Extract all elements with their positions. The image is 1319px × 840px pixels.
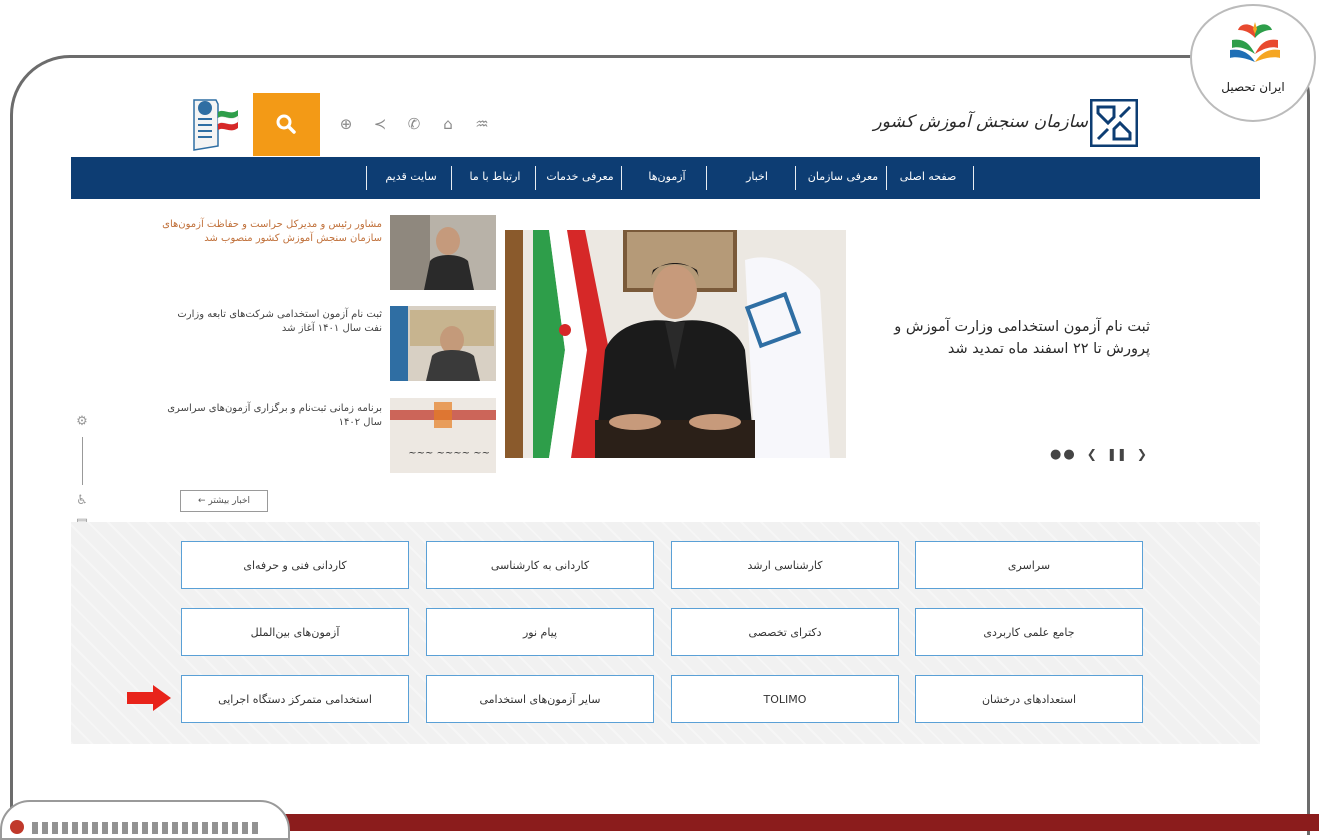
hero-caption[interactable]: ثبت نام آزمون استخدامی وزارت آموزش و پرو… — [850, 316, 1150, 360]
nav-separator — [706, 166, 707, 190]
news-thumb[interactable] — [390, 306, 496, 381]
exam-button[interactable]: استعدادهای درخشان — [915, 675, 1143, 723]
brand-name: ایران تحصیل — [1221, 80, 1285, 94]
exam-button[interactable]: TOLIMO — [671, 675, 899, 723]
news-thumb[interactable] — [390, 215, 496, 290]
search-button[interactable] — [253, 93, 320, 156]
nav-separator — [621, 166, 622, 190]
exam-button[interactable]: جامع علمی کاربردی — [915, 608, 1143, 656]
exam-button-highlighted[interactable]: استخدامی متمرکز دستگاه اجرایی — [181, 675, 409, 723]
nav-separator — [886, 166, 887, 190]
news-title[interactable]: مشاور رئیس و مدیرکل حراست و حفاظت آزمون‌… — [160, 218, 382, 246]
nav-item-contact[interactable]: ارتباط با ما — [458, 157, 532, 199]
exam-button[interactable]: کارشناسی ارشد — [671, 541, 899, 589]
exam-button[interactable]: کاردانی به کارشناسی — [426, 541, 654, 589]
bottom-tab-text — [32, 822, 262, 834]
nav-item-home[interactable]: صفحه اصلی — [887, 157, 969, 199]
prev-slide-icon[interactable]: ❮ — [1087, 447, 1097, 461]
bottom-tab — [0, 800, 290, 840]
pointer-arrow-icon — [127, 685, 171, 711]
share-icon[interactable]: ≺ — [370, 115, 390, 133]
header-toolbar: ⊕ ≺ ✆ ⌂ ♒ — [336, 112, 492, 136]
pause-icon[interactable]: ❚❚ — [1107, 447, 1127, 461]
nav-separator — [973, 166, 974, 190]
news-title[interactable]: برنامه زمانی ثبت‌نام و برگزاری آزمون‌های… — [160, 402, 382, 430]
main-nav: صفحه اصلی معرفی سازمان اخبار آزمون‌ها مع… — [71, 157, 1260, 199]
rss-icon[interactable]: ♒ — [472, 115, 492, 133]
settings-icon[interactable]: ⚙ — [76, 414, 88, 429]
globe-icon[interactable]: ⊕ — [336, 115, 356, 133]
accessibility-icon[interactable]: ♿ — [76, 493, 88, 508]
exam-button[interactable]: دکترای تخصصی — [671, 608, 899, 656]
news-title[interactable]: ثبت نام آزمون استخدامی شرکت‌های تابعه وز… — [160, 308, 382, 336]
next-slide-icon[interactable]: ❯ — [1137, 447, 1147, 461]
exam-button[interactable]: کاردانی فنی و حرفه‌ای — [181, 541, 409, 589]
nav-item-services[interactable]: معرفی خدمات — [542, 157, 618, 199]
hero-image[interactable] — [505, 230, 846, 458]
more-news-button[interactable]: اخبار بیشتر ← — [180, 490, 268, 512]
home-icon[interactable]: ⌂ — [438, 115, 458, 133]
nav-separator — [451, 166, 452, 190]
side-divider — [81, 437, 83, 485]
slider-controls: ●● ❮ ❚❚ ❯ — [1050, 445, 1147, 463]
nav-item-news[interactable]: اخبار — [724, 157, 790, 199]
phone-icon[interactable]: ✆ — [404, 115, 424, 133]
svg-text:~~~ ~~~~ ~~: ~~~ ~~~~ ~~ — [408, 448, 490, 459]
brand-logo-icon — [1230, 22, 1280, 62]
org-title: سازمان سنجش آموزش کشور — [873, 112, 1088, 132]
exam-button[interactable]: پیام نور — [426, 608, 654, 656]
exam-button[interactable]: سراسری — [915, 541, 1143, 589]
status-dot-icon — [10, 820, 24, 834]
nav-item-exams[interactable]: آزمون‌ها — [632, 157, 702, 199]
nav-separator — [535, 166, 536, 190]
emblem-icon — [193, 99, 239, 151]
nav-separator — [366, 166, 367, 190]
news-thumb[interactable]: ~~~ ~~~~ ~~ — [390, 398, 496, 473]
search-icon — [276, 114, 296, 134]
footer-bar — [265, 814, 1319, 831]
exam-button[interactable]: آزمون‌های بین‌الملل — [181, 608, 409, 656]
exam-button[interactable]: سایر آزمون‌های استخدامی — [426, 675, 654, 723]
slider-dots[interactable]: ●● — [1050, 447, 1077, 462]
org-logo-icon[interactable] — [1089, 98, 1139, 148]
nav-separator — [795, 166, 796, 190]
nav-item-old-site[interactable]: سایت قدیم — [374, 157, 448, 199]
nav-item-about[interactable]: معرفی سازمان — [804, 157, 882, 199]
